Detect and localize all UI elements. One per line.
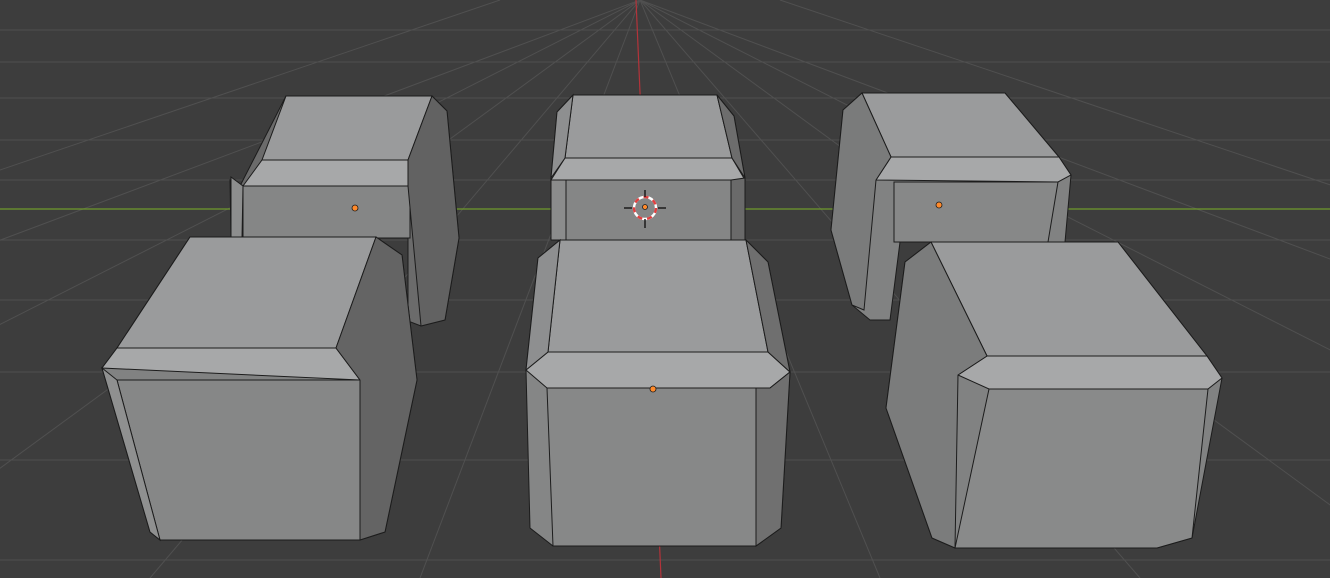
origin-dot-back-right [935,201,943,209]
3d-viewport[interactable] [0,0,1330,578]
origin-dot-front-center [649,385,657,393]
origin-dot-back-left [351,204,359,212]
bevel-cube-front-center[interactable] [525,238,791,547]
viewport-canvas[interactable] [0,0,1330,578]
